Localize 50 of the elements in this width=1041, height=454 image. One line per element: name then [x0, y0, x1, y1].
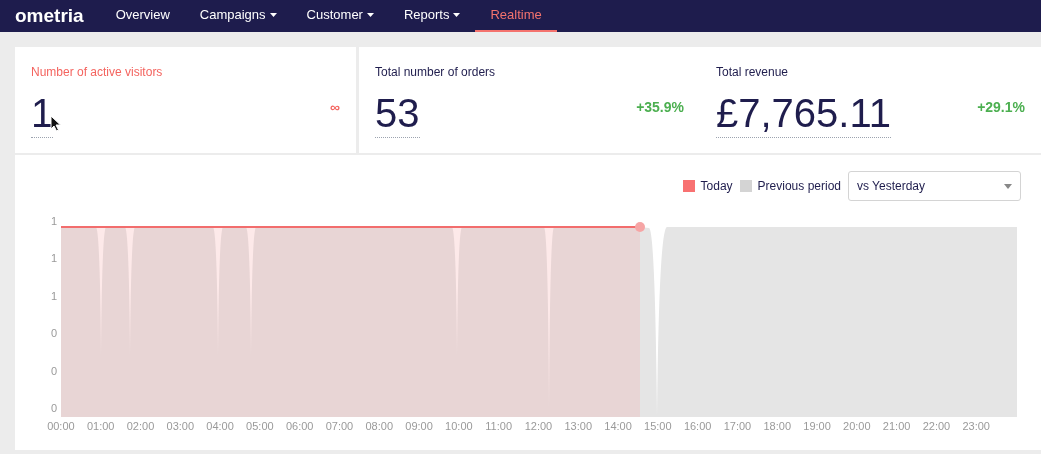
legend-label: Today — [700, 178, 733, 195]
stat-label: Number of active visitors — [31, 64, 164, 81]
x-axis-label: 15:00 — [643, 419, 673, 434]
stat-value: 53 — [375, 89, 420, 138]
x-axis-label: 23:00 — [961, 419, 991, 434]
x-axis-label: 19:00 — [802, 419, 832, 434]
change-value: ∞ — [330, 98, 340, 117]
x-axis-label: 06:00 — [284, 419, 315, 434]
x-axis-label: 14:00 — [603, 419, 633, 434]
y-axis-label: 1 — [50, 216, 57, 227]
x-axis-label: 09:00 — [404, 419, 434, 434]
x-axis-label: 12:00 — [523, 419, 554, 434]
y-axis-label: 0 — [50, 402, 57, 414]
y-axis-label: 0 — [50, 328, 57, 340]
x-axis-label: 21:00 — [881, 419, 912, 434]
nav-tab[interactable]: Realtime — [475, 0, 557, 32]
x-axis-label: 10:00 — [444, 419, 474, 434]
nav-tab[interactable]: Campaigns — [184, 0, 292, 32]
x-axis-label: 01:00 — [85, 419, 116, 434]
cursor-icon — [50, 115, 62, 132]
nav-tab[interactable]: Reports — [388, 0, 476, 32]
change-value: +29.1% — [977, 98, 1025, 117]
stat-value: £7,765.11 — [716, 89, 891, 138]
current-point — [635, 222, 645, 232]
x-axis-label: 02:00 — [125, 419, 156, 434]
x-axis-label: 16:00 — [682, 419, 713, 434]
nav-tab[interactable]: Overview — [100, 0, 185, 32]
x-axis-label: 17:00 — [722, 419, 753, 434]
x-axis-label: 07:00 — [324, 419, 355, 434]
x-axis-label: 08:00 — [364, 419, 395, 434]
x-axis-label: 05:00 — [245, 419, 275, 434]
x-axis-label: 20:00 — [842, 419, 872, 434]
y-axis-label: 1 — [50, 253, 57, 265]
stat-label: Total number of orders — [375, 64, 497, 81]
x-axis-label: 04:00 — [205, 419, 235, 434]
x-axis-label: 13:00 — [563, 419, 593, 434]
x-axis-label: 22:00 — [921, 419, 952, 434]
logo[interactable]: ometria — [15, 6, 84, 26]
caret-icon — [1004, 183, 1012, 189]
x-axis-label: 03:00 — [165, 419, 196, 434]
x-axis-label: 00:00 — [46, 419, 76, 434]
comparison-dropdown[interactable]: vs Yesterday — [848, 171, 1021, 201]
y-axis-label: 1 — [50, 290, 57, 302]
stat-label: Total revenue — [716, 64, 790, 81]
x-axis-label: 18:00 — [762, 419, 792, 434]
x-axis-label: 11:00 — [484, 419, 513, 434]
legend-label: Previous period — [757, 178, 841, 195]
nav-tab[interactable]: Customer — [291, 0, 389, 32]
y-axis-label: 0 — [50, 365, 57, 377]
change-value: +35.9% — [636, 98, 684, 117]
